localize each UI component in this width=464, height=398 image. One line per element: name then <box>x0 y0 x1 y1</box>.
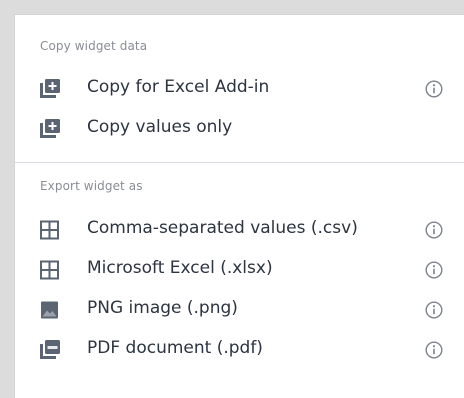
info-icon[interactable] <box>425 301 443 319</box>
table-grid-icon <box>40 260 59 280</box>
copy-plus-icon <box>40 119 60 138</box>
copy-values-only-label: Copy values only <box>87 117 233 137</box>
image-icon <box>41 301 58 319</box>
copy-for-excel-addin-label: Copy for Excel Add-in <box>87 77 270 97</box>
export-csv-item[interactable]: Comma-separated values (.csv) <box>15 211 464 249</box>
pdf-file-icon <box>40 340 60 359</box>
copy-plus-icon <box>40 79 60 98</box>
export-xlsx-label: Microsoft Excel (.xlsx) <box>87 258 273 278</box>
info-icon[interactable] <box>425 80 443 98</box>
info-icon[interactable] <box>425 221 443 239</box>
export-png-item[interactable]: PNG image (.png) <box>15 291 464 329</box>
copy-section-heading: Copy widget data <box>40 39 148 53</box>
export-pdf-label: PDF document (.pdf) <box>87 338 263 358</box>
export-csv-label: Comma-separated values (.csv) <box>87 218 358 238</box>
copy-for-excel-addin-item[interactable]: Copy for Excel Add-in <box>15 70 464 108</box>
export-png-label: PNG image (.png) <box>87 298 238 318</box>
export-menu: Copy widget data Copy for Excel Add-in C… <box>14 14 464 398</box>
export-xlsx-item[interactable]: Microsoft Excel (.xlsx) <box>15 251 464 289</box>
section-divider <box>15 162 464 163</box>
copy-values-only-item[interactable]: Copy values only <box>15 110 464 148</box>
export-section-heading: Export widget as <box>40 179 143 193</box>
info-icon[interactable] <box>425 341 443 359</box>
table-grid-icon <box>40 220 59 240</box>
info-icon[interactable] <box>425 261 443 279</box>
export-pdf-item[interactable]: PDF document (.pdf) <box>15 331 464 369</box>
